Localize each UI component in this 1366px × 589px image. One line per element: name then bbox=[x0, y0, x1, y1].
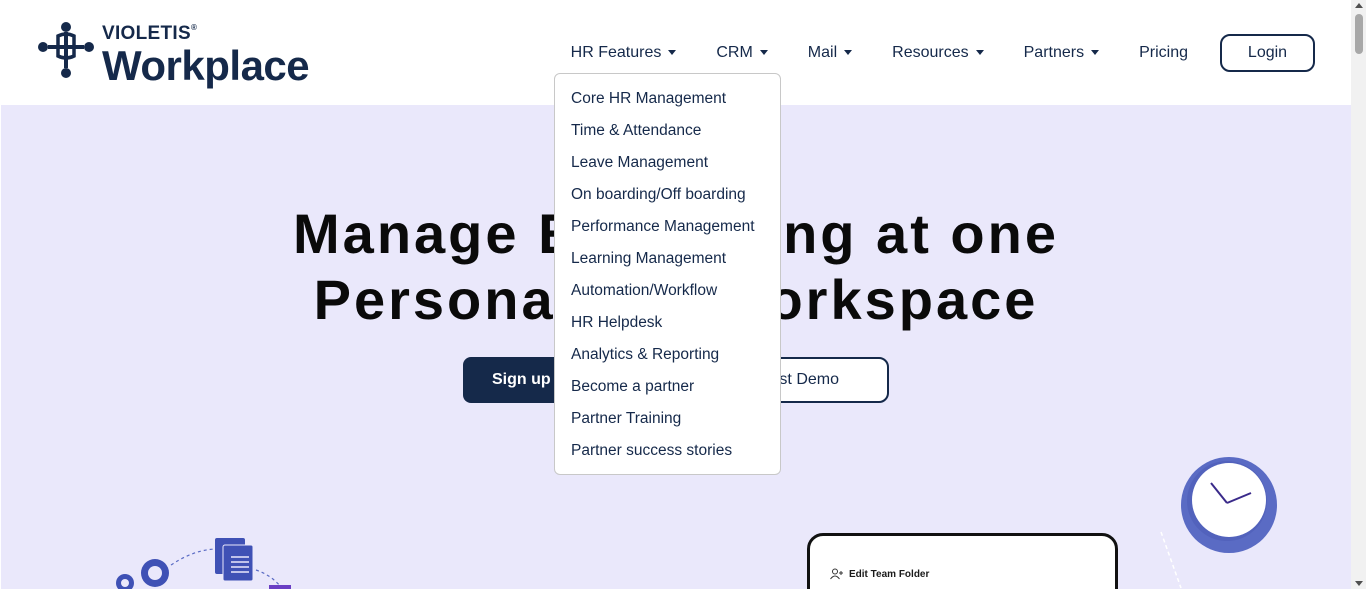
violetis-logo-icon bbox=[38, 22, 94, 78]
nav-label: Mail bbox=[807, 44, 838, 61]
menu-item-hr-helpdesk[interactable]: HR Helpdesk bbox=[555, 307, 780, 339]
menu-item-leave-management[interactable]: Leave Management bbox=[555, 147, 780, 179]
menu-item-become-partner[interactable]: Become a partner bbox=[555, 371, 780, 403]
brand-logo[interactable]: VIOLETIS® Workplace bbox=[36, 18, 326, 96]
gears-icon bbox=[116, 538, 291, 589]
login-button[interactable]: Login bbox=[1220, 34, 1315, 72]
menu-item-learning[interactable]: Learning Management bbox=[555, 243, 780, 275]
menu-item-performance[interactable]: Performance Management bbox=[555, 211, 780, 243]
caret-down-icon bbox=[975, 49, 984, 55]
menu-item-partner-training[interactable]: Partner Training bbox=[555, 403, 780, 435]
scroll-down-icon[interactable] bbox=[1355, 581, 1363, 586]
nav-pricing[interactable]: Pricing bbox=[1139, 44, 1188, 62]
nav-crm[interactable]: CRM bbox=[716, 44, 768, 62]
page-scrollbar[interactable] bbox=[1351, 0, 1366, 589]
scroll-up-icon[interactable] bbox=[1355, 3, 1363, 8]
brand-name-big: Workplace bbox=[102, 42, 310, 89]
nav-resources[interactable]: Resources bbox=[892, 44, 984, 62]
menu-item-analytics[interactable]: Analytics & Reporting bbox=[555, 339, 780, 371]
nav-label: HR Features bbox=[570, 44, 662, 61]
menu-item-success-stories[interactable]: Partner success stories bbox=[555, 435, 780, 467]
hr-features-dropdown: Core HR Management Time & Attendance Lea… bbox=[554, 73, 781, 475]
caret-down-icon bbox=[844, 49, 853, 55]
nav-label: CRM bbox=[716, 44, 753, 61]
card-label: Edit Team Folder bbox=[830, 568, 929, 580]
caret-down-icon bbox=[759, 49, 768, 55]
nav-label: Pricing bbox=[1139, 44, 1188, 61]
clock-icon bbox=[1181, 457, 1277, 553]
main-nav: HR Features CRM Mail Resources Partners … bbox=[531, 34, 1315, 72]
caret-down-icon bbox=[668, 49, 677, 55]
document-icon bbox=[215, 538, 254, 582]
menu-item-onboarding[interactable]: On boarding/Off boarding bbox=[555, 179, 780, 211]
scroll-thumb[interactable] bbox=[1355, 14, 1363, 54]
nav-mail[interactable]: Mail bbox=[807, 44, 853, 62]
menu-item-time-attendance[interactable]: Time & Attendance bbox=[555, 115, 780, 147]
nav-label: Partners bbox=[1023, 44, 1085, 61]
menu-item-core-hr[interactable]: Core HR Management bbox=[555, 83, 780, 115]
caret-down-icon bbox=[1091, 49, 1100, 55]
team-folder-card: Edit Team Folder bbox=[807, 533, 1118, 589]
nav-label: Resources bbox=[892, 44, 969, 61]
card-label-text: Edit Team Folder bbox=[849, 568, 930, 580]
nav-hr-features[interactable]: HR Features bbox=[571, 44, 677, 62]
add-user-icon bbox=[830, 568, 843, 580]
menu-item-automation[interactable]: Automation/Workflow bbox=[555, 275, 780, 307]
nav-partners[interactable]: Partners bbox=[1023, 44, 1100, 62]
